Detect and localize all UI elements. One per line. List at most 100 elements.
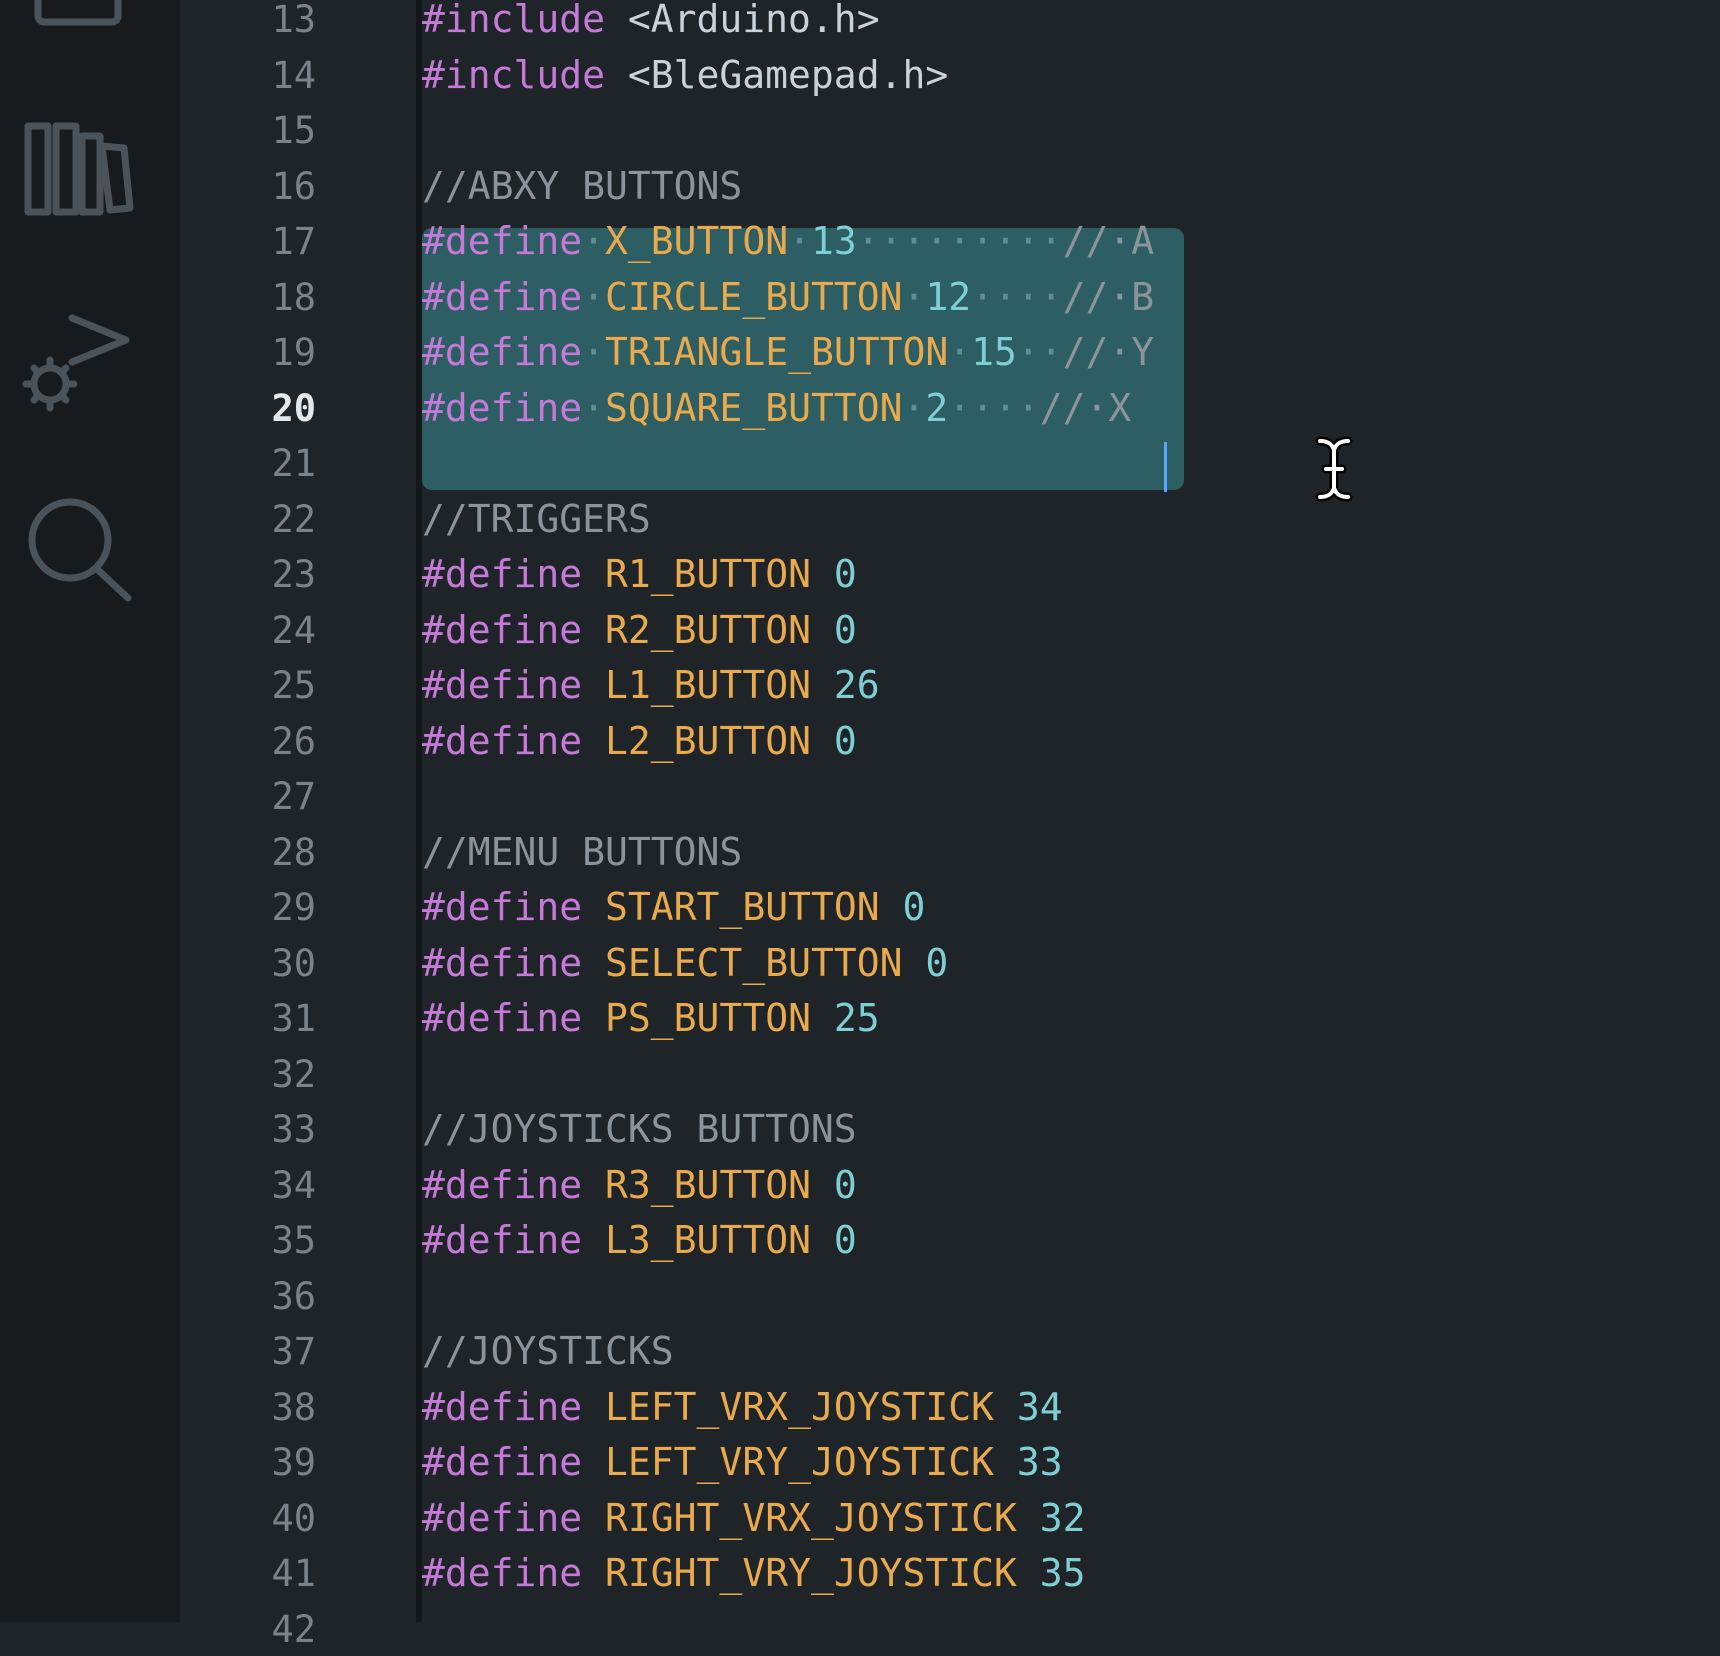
line-number: 37	[271, 1330, 316, 1373]
code-token: ·	[582, 330, 606, 374]
code-line: #include <Arduino.h>	[422, 0, 880, 47]
code-line: #include <BleGamepad.h>	[422, 48, 948, 103]
code-token: CIRCLE_BUTTON	[605, 274, 903, 319]
line-number: 17	[271, 220, 316, 263]
code-token: ··	[1016, 330, 1063, 374]
code-token: ·········	[856, 219, 1063, 263]
line-number: 15	[271, 109, 316, 152]
line-number: 14	[271, 53, 316, 97]
code-token: X_BUTTON	[605, 219, 789, 263]
code-token: R3_BUTTON	[605, 1162, 811, 1207]
code-token: #define	[422, 552, 583, 596]
code-token: ·	[582, 219, 606, 263]
code-token: #include	[422, 52, 606, 97]
line-number: 19	[271, 331, 316, 374]
code-line: #define L2_BUTTON 0	[422, 714, 857, 769]
line-number: 36	[271, 1274, 316, 1318]
code-token: 13	[810, 219, 857, 263]
code-token: RIGHT_VRY_JOYSTICK	[605, 1551, 1017, 1595]
code-token: 12	[925, 274, 972, 319]
code-token: SQUARE_BUTTON	[605, 385, 903, 430]
code-line: #define LEFT_VRX_JOYSTICK 34	[422, 1380, 1063, 1435]
code-line: #define·SQUARE_BUTTON·2····//·X	[422, 381, 1131, 436]
code-token: #define	[422, 1218, 583, 1262]
line-number: 13	[271, 0, 316, 41]
code-token: #define	[422, 940, 583, 985]
code-token: #define	[422, 274, 583, 319]
code-token: #define	[422, 663, 583, 707]
line-number: 38	[271, 1385, 316, 1429]
code-token: 2	[925, 385, 949, 430]
code-token: 34	[1016, 1384, 1063, 1429]
code-line: #define R3_BUTTON 0	[422, 1158, 857, 1213]
debug-icon[interactable]	[22, 300, 134, 412]
code-token: 0	[902, 885, 926, 929]
code-line: #define L1_BUTTON 26	[422, 658, 880, 713]
code-line: //ABXY BUTTONS	[422, 159, 742, 214]
code-token: RIGHT_VRX_JOYSTICK	[605, 1495, 1017, 1540]
code-token: #define	[422, 330, 583, 374]
line-number: 26	[271, 719, 316, 763]
code-token: #include	[422, 0, 606, 41]
code-token: 33	[1016, 1440, 1063, 1484]
code-token: //·A	[1062, 219, 1155, 263]
code-content: #include <Arduino.h> #include <BleGamepad…	[422, 0, 1720, 1622]
code-line: #define·CIRCLE_BUTTON·12····//·B	[422, 270, 1154, 325]
code-token: 32	[1039, 1495, 1086, 1540]
code-line: #define START_BUTTON 0	[422, 880, 925, 935]
code-token: ·	[902, 385, 926, 430]
code-token: 0	[833, 552, 857, 596]
code-token: L1_BUTTON	[605, 663, 811, 707]
code-token: ·	[582, 274, 606, 319]
line-number: 28	[271, 830, 316, 874]
editor-text-area[interactable]: #include <Arduino.h> #include <BleGamepad…	[422, 0, 1720, 1622]
code-line: #define R2_BUTTON 0	[422, 603, 857, 658]
code-token: #define	[422, 1551, 583, 1595]
line-number: 35	[271, 1219, 316, 1262]
code-token: #define	[422, 1440, 583, 1484]
line-number: 18	[271, 275, 316, 319]
code-token: TRIANGLE_BUTTON	[605, 330, 949, 374]
code-line: #define·TRIANGLE_BUTTON·15··//·Y	[422, 325, 1154, 380]
line-number: 41	[271, 1552, 316, 1595]
code-token: R1_BUTTON	[605, 552, 811, 596]
line-number: 40	[271, 1496, 316, 1540]
code-token: SELECT_BUTTON	[605, 940, 903, 985]
code-token: //JOYSTICKS	[422, 1329, 674, 1373]
code-token: L3_BUTTON	[605, 1218, 811, 1262]
code-token: #define	[422, 1162, 583, 1207]
code-token: L2_BUTTON	[605, 718, 811, 763]
explorer-icon[interactable]	[22, 0, 134, 52]
line-number: 42	[271, 1607, 316, 1651]
code-token: 0	[925, 940, 949, 985]
code-token: #define	[422, 996, 583, 1040]
code-token: 0	[833, 1162, 857, 1207]
code-token: //TRIGGERS	[422, 496, 651, 541]
line-number: 39	[271, 1441, 316, 1484]
code-token: #define	[422, 219, 583, 263]
library-icon[interactable]	[22, 112, 134, 224]
code-token: 0	[833, 718, 857, 763]
search-icon[interactable]	[22, 494, 134, 606]
code-token: 26	[833, 663, 880, 707]
code-editor-window: 13 14 15 16 17 18 19 20 21 22 23 24 25 26 27 28 29 30 31 32…	[0, 0, 1720, 1651]
code-token: //·Y	[1062, 330, 1155, 374]
code-token: #define	[422, 885, 583, 929]
code-token: LEFT_VRY_JOYSTICK	[605, 1440, 994, 1484]
code-token: #define	[422, 1384, 583, 1429]
